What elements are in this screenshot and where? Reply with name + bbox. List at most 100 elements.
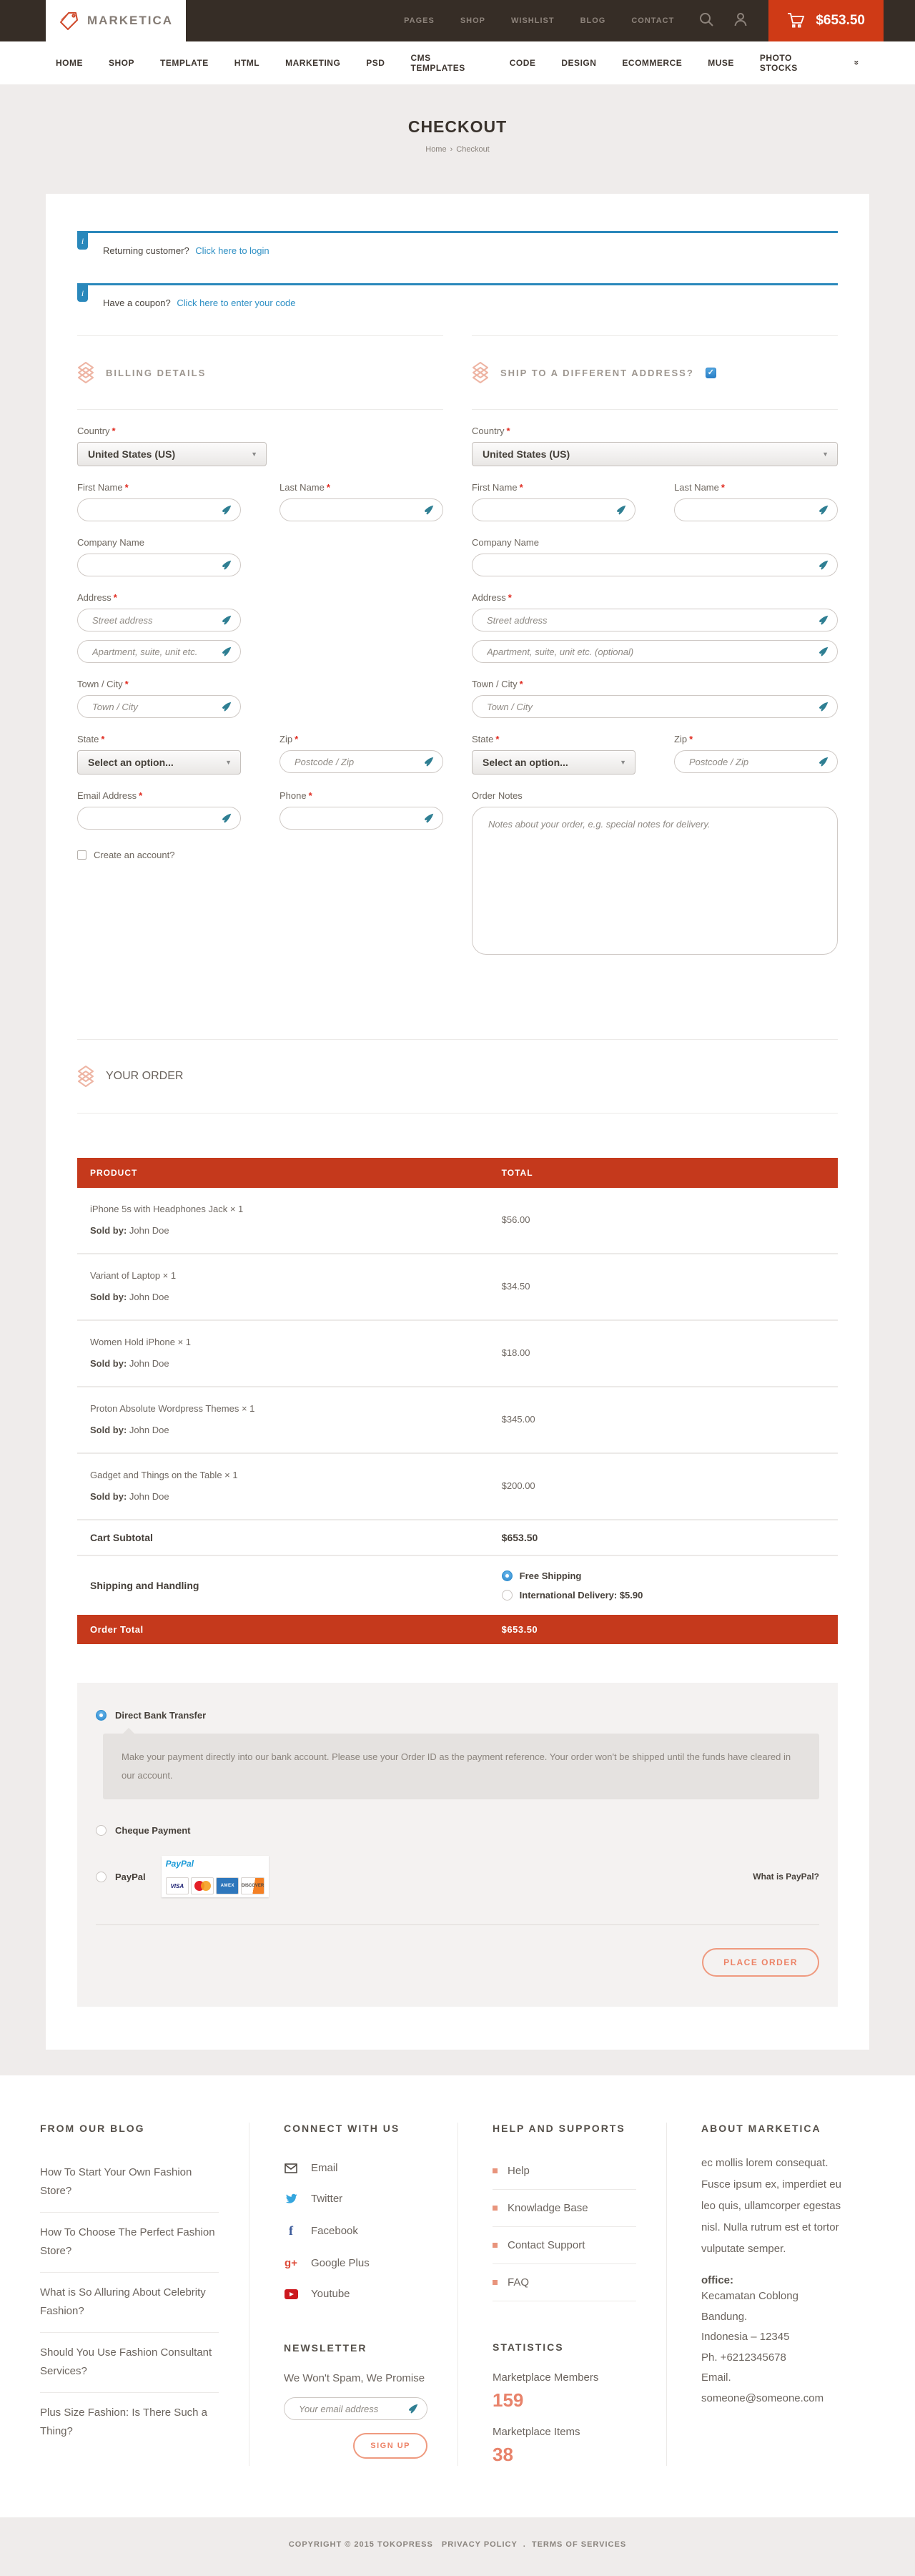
seller-name: John Doe	[129, 1358, 169, 1369]
blog-link[interactable]: Plus Size Fashion: Is There Such a Thing…	[40, 2393, 219, 2452]
create-account-checkbox[interactable]	[77, 850, 86, 860]
newsletter-block: NEWSLETTER We Won't Spam, We Promise SIG…	[284, 2342, 427, 2459]
blog-link[interactable]: How To Choose The Perfect Fashion Store?	[40, 2213, 219, 2273]
newsletter-title: NEWSLETTER	[284, 2342, 427, 2354]
nav-code[interactable]: CODE	[510, 58, 536, 68]
user-icon[interactable]	[733, 11, 748, 31]
billing-first-name-input[interactable]	[91, 504, 216, 516]
pen-icon	[423, 813, 434, 824]
brand-name: MARKETICA	[87, 14, 173, 28]
paypal-logo: PayPal	[166, 1859, 264, 1869]
topnav-blog[interactable]: BLOG	[580, 16, 606, 25]
newsletter-email-input[interactable]	[297, 2403, 402, 2415]
shipping-option-free[interactable]: Free Shipping	[502, 1570, 825, 1581]
shipping-state-select[interactable]: Select an option...▼	[472, 750, 635, 775]
brand-logo[interactable]: MARKETICA	[46, 0, 186, 41]
billing-last-name-input[interactable]	[293, 504, 418, 516]
privacy-policy-link[interactable]: PRIVACY POLICY	[442, 2540, 518, 2549]
coupon-notice: i Have a coupon? Click here to enter you…	[77, 283, 838, 317]
subtotal-value: $653.50	[502, 1532, 825, 1543]
social-googleplus-link[interactable]: g+ Google Plus	[284, 2257, 427, 2269]
login-link[interactable]: Click here to login	[195, 245, 269, 256]
nav-cms-templates[interactable]: CMS TEMPLATES	[410, 53, 483, 73]
cart-icon	[787, 12, 806, 29]
signup-button[interactable]: SIGN UP	[353, 2433, 427, 2459]
nav-html[interactable]: HTML	[234, 58, 259, 68]
payment-method-cheque[interactable]: Cheque Payment	[96, 1825, 819, 1836]
place-order-button[interactable]: PLACE ORDER	[702, 1948, 819, 1977]
billing-company-input[interactable]	[91, 559, 216, 571]
sold-by-label: Sold by:	[90, 1425, 127, 1435]
help-link[interactable]: Knowladge Base	[493, 2190, 636, 2226]
shipping-last-name-input[interactable]	[688, 504, 813, 516]
social-email-link[interactable]: Email	[284, 2162, 427, 2174]
nav-ecommerce[interactable]: ECOMMERCE	[622, 58, 682, 68]
what-is-paypal-link[interactable]: What is PayPal?	[753, 1872, 819, 1882]
shipping-street-input[interactable]	[485, 614, 813, 626]
stat-label: Marketplace Items	[493, 2426, 636, 2438]
billing-phone-input[interactable]	[293, 812, 418, 825]
breadcrumb-separator: ›	[450, 145, 453, 154]
payment-divider	[96, 1924, 819, 1925]
billing-country-label: Country*	[77, 426, 443, 436]
billing-apartment-input[interactable]	[91, 646, 216, 658]
radio-icon	[96, 1825, 107, 1836]
topnav-pages[interactable]: PAGES	[404, 16, 435, 25]
shipping-company-label: Company Name	[472, 537, 838, 548]
billing-email-input[interactable]	[91, 812, 216, 825]
shipping-option-international[interactable]: International Delivery: $5.90	[502, 1590, 825, 1601]
order-row: Gadget and Things on the Table × 1 Sold …	[77, 1454, 838, 1520]
cart-button[interactable]: $653.50	[768, 0, 884, 41]
breadcrumb-home[interactable]: Home	[425, 145, 446, 154]
nav-photo-stocks[interactable]: PHOTO STOCKS	[760, 53, 829, 73]
nav-marketing[interactable]: MARKETING	[285, 58, 340, 68]
order-notes-textarea[interactable]	[487, 817, 823, 940]
nav-psd[interactable]: PSD	[366, 58, 385, 68]
topnav-shop[interactable]: SHOP	[460, 16, 485, 25]
nav-home[interactable]: HOME	[56, 58, 83, 68]
social-youtube-link[interactable]: Youtube	[284, 2288, 427, 2300]
ship-different-checkbox[interactable]	[706, 368, 716, 378]
topnav-wishlist[interactable]: WISHLIST	[511, 16, 555, 25]
payment-method-bank[interactable]: Direct Bank Transfer	[96, 1710, 819, 1721]
shipping-town-input[interactable]	[485, 701, 813, 713]
billing-zip-input[interactable]	[293, 756, 418, 768]
seller-name: John Doe	[129, 1292, 169, 1302]
more-categories-icon[interactable]: »	[851, 60, 861, 65]
social-twitter-link[interactable]: Twitter	[284, 2193, 427, 2205]
shipping-first-name-input[interactable]	[485, 504, 610, 516]
billing-country-select[interactable]: United States (US)▼	[77, 442, 267, 466]
blog-link[interactable]: How To Start Your Own Fashion Store?	[40, 2153, 219, 2213]
help-link[interactable]: FAQ	[493, 2264, 636, 2301]
order-table: PRODUCT TOTAL iPhone 5s with Headphones …	[77, 1158, 838, 1644]
social-facebook-link[interactable]: f Facebook	[284, 2223, 427, 2238]
shipping-zip-input[interactable]	[688, 756, 813, 768]
billing-state-select[interactable]: Select an option...▼	[77, 750, 241, 775]
shipping-company-input[interactable]	[485, 559, 813, 571]
login-notice-text: Returning customer?	[103, 245, 189, 256]
help-link[interactable]: Contact Support	[493, 2227, 636, 2263]
help-link[interactable]: Help	[493, 2153, 636, 2189]
office-label: office:	[701, 2274, 845, 2286]
billing-street-input[interactable]	[91, 614, 216, 626]
search-icon[interactable]	[698, 11, 714, 31]
nav-design[interactable]: DESIGN	[561, 58, 596, 68]
nav-shop[interactable]: SHOP	[109, 58, 134, 68]
shipping-country-select[interactable]: United States (US)▼	[472, 442, 838, 466]
billing-town-input[interactable]	[91, 701, 216, 713]
blog-link[interactable]: What is So Alluring About Celebrity Fash…	[40, 2273, 219, 2333]
terms-link[interactable]: TERMS OF SERVICES	[532, 2540, 626, 2549]
topnav-contact[interactable]: CONTACT	[631, 16, 674, 25]
payment-method-paypal[interactable]: PayPal PayPal VISA AMEX DISCOVER What is…	[96, 1856, 819, 1897]
shipping-apartment-input[interactable]	[485, 646, 813, 658]
discover-card-icon: DISCOVER	[241, 1877, 264, 1894]
billing-state-label: State*	[77, 734, 241, 744]
nav-muse[interactable]: MUSE	[708, 58, 734, 68]
pen-icon	[818, 647, 829, 657]
blog-link[interactable]: Should You Use Fashion Consultant Servic…	[40, 2333, 219, 2393]
billing-first-name-label: First Name*	[77, 482, 241, 493]
nav-template[interactable]: TEMPLATE	[160, 58, 209, 68]
coupon-link[interactable]: Click here to enter your code	[177, 298, 295, 308]
stat-value: 159	[493, 2389, 636, 2412]
footer-help-column: HELP AND SUPPORTS Help Knowladge Base Co…	[458, 2123, 666, 2466]
